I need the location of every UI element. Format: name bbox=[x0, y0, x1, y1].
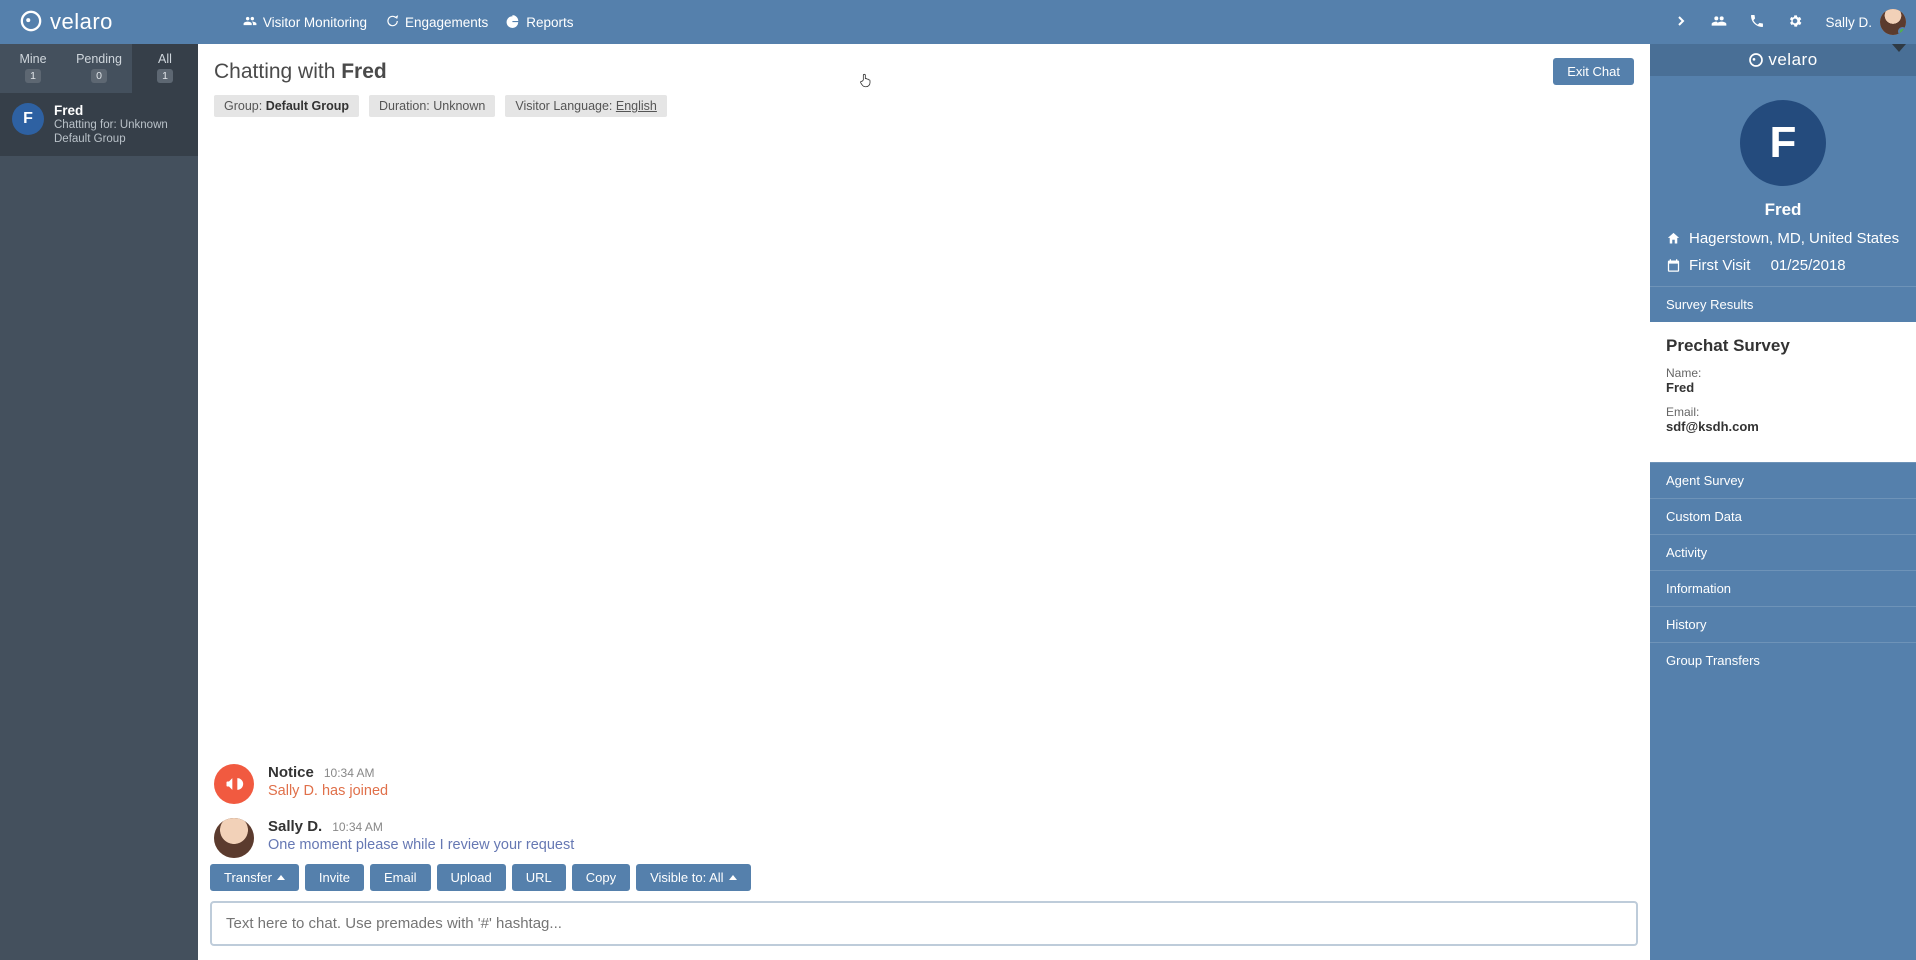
pie-icon bbox=[506, 14, 520, 31]
msg-author: Notice bbox=[268, 764, 314, 781]
calendar-icon bbox=[1666, 258, 1681, 273]
chat-sub2: Default Group bbox=[54, 132, 168, 146]
section-information[interactable]: Information bbox=[1650, 571, 1916, 606]
field-label: Name: bbox=[1666, 366, 1900, 380]
prechat-title: Prechat Survey bbox=[1666, 336, 1900, 356]
accordion-header[interactable]: Survey Results bbox=[1650, 287, 1916, 322]
exit-chat-button[interactable]: Exit Chat bbox=[1553, 58, 1634, 85]
msg-time: 10:34 AM bbox=[324, 766, 375, 780]
message-notice: Notice 10:34 AM Sally D. has joined bbox=[214, 764, 1634, 804]
nav-visitor-monitoring[interactable]: Visitor Monitoring bbox=[243, 14, 367, 31]
url-button[interactable]: URL bbox=[512, 864, 566, 891]
msg-text: One moment please while I review your re… bbox=[268, 837, 574, 853]
velaro-logo-icon bbox=[20, 10, 42, 35]
invite-button[interactable]: Invite bbox=[305, 864, 364, 891]
field-value: sdf@ksdh.com bbox=[1666, 419, 1900, 434]
caret-up-icon bbox=[729, 875, 737, 880]
tab-label: Mine bbox=[0, 52, 66, 66]
visible-to-button[interactable]: Visible to: All bbox=[636, 864, 750, 891]
caret-up-icon bbox=[277, 875, 285, 880]
sidebar-tab-pending[interactable]: Pending 0 bbox=[66, 44, 132, 93]
visitor-first-visit: First Visit 01/25/2018 bbox=[1662, 257, 1904, 274]
triangle-down-icon bbox=[1892, 44, 1906, 68]
msg-time: 10:34 AM bbox=[332, 820, 383, 834]
gear-icon[interactable] bbox=[1787, 13, 1803, 32]
nav-label: Visitor Monitoring bbox=[263, 15, 367, 30]
agent-avatar bbox=[214, 818, 254, 858]
section-activity[interactable]: Activity bbox=[1650, 535, 1916, 570]
tab-count: 1 bbox=[25, 69, 41, 83]
title-prefix: Chatting with bbox=[214, 60, 341, 83]
chat-title: Chatting with Fred bbox=[214, 60, 387, 84]
composer: Transfer Invite Email Upload URL Copy Vi… bbox=[198, 864, 1650, 960]
visitor-profile: F Fred Hagerstown, MD, United States Fir… bbox=[1650, 76, 1916, 286]
tab-count: 1 bbox=[157, 69, 173, 83]
user-name: Sally D. bbox=[1825, 15, 1872, 30]
chat-meta: Fred Chatting for: Unknown Default Group bbox=[54, 103, 168, 146]
section-group-transfers[interactable]: Group Transfers bbox=[1650, 643, 1916, 678]
visitor-location: Hagerstown, MD, United States bbox=[1662, 230, 1904, 247]
current-user[interactable]: Sally D. bbox=[1825, 9, 1906, 35]
chevron-right-icon[interactable] bbox=[1673, 13, 1689, 32]
info-panel-header: velaro bbox=[1650, 44, 1916, 76]
section-agent-survey[interactable]: Agent Survey bbox=[1650, 463, 1916, 498]
prechat-survey-body: Prechat Survey Name: Fred Email: sdf@ksd… bbox=[1650, 322, 1916, 462]
chat-sub1: Chatting for: Unknown bbox=[54, 118, 168, 132]
tab-count: 0 bbox=[91, 69, 107, 83]
visitor-avatar-large: F bbox=[1740, 100, 1826, 186]
brand-logo[interactable]: velaro bbox=[10, 9, 123, 35]
chip-language: Visitor Language: English bbox=[505, 95, 667, 117]
chat-panel: Chatting with Fred Exit Chat Group: Defa… bbox=[198, 44, 1650, 960]
section-survey-results: Survey Results Prechat Survey Name: Fred… bbox=[1650, 286, 1916, 462]
visitor-name: Fred bbox=[1662, 200, 1904, 220]
copy-button[interactable]: Copy bbox=[572, 864, 630, 891]
msg-text: Sally D. has joined bbox=[268, 783, 388, 799]
chat-name: Fred bbox=[54, 103, 168, 118]
chip-duration: Duration: Unknown bbox=[369, 95, 495, 117]
sidebar-tabs: Mine 1 Pending 0 All 1 bbox=[0, 44, 198, 93]
message-agent: Sally D. 10:34 AM One moment please while… bbox=[214, 818, 1634, 858]
mini-logo: velaro bbox=[1748, 50, 1817, 70]
title-name: Fred bbox=[341, 60, 387, 83]
section-history[interactable]: History bbox=[1650, 607, 1916, 642]
home-icon bbox=[1666, 231, 1681, 246]
transfer-button[interactable]: Transfer bbox=[210, 864, 299, 891]
users-icon bbox=[243, 14, 257, 31]
field-label: Email: bbox=[1666, 405, 1900, 419]
upload-button[interactable]: Upload bbox=[437, 864, 506, 891]
status-online-icon bbox=[1898, 27, 1906, 35]
nav-label: Reports bbox=[526, 15, 573, 30]
chat-input[interactable] bbox=[210, 901, 1638, 946]
nav-label: Engagements bbox=[405, 15, 488, 30]
nav-engagements[interactable]: Engagements bbox=[385, 14, 488, 31]
panel-collapse-toggle[interactable] bbox=[1892, 52, 1906, 68]
chat-list: F Fred Chatting for: Unknown Default Gro… bbox=[0, 93, 198, 156]
language-link[interactable]: English bbox=[616, 99, 657, 113]
phone-icon[interactable] bbox=[1749, 13, 1765, 32]
visitor-avatar-initial: F bbox=[12, 103, 44, 135]
section-custom-data[interactable]: Custom Data bbox=[1650, 499, 1916, 534]
chip-group: Group: Default Group bbox=[214, 95, 359, 117]
bullhorn-icon bbox=[214, 764, 254, 804]
message-list: Notice 10:34 AM Sally D. has joined Sally… bbox=[198, 117, 1650, 864]
top-bar: velaro Visitor Monitoring Engagements Re… bbox=[0, 0, 1916, 44]
info-panel: velaro F Fred Hagerstown, MD, United Sta… bbox=[1650, 44, 1916, 960]
top-nav: Visitor Monitoring Engagements Reports bbox=[243, 14, 574, 31]
email-button[interactable]: Email bbox=[370, 864, 431, 891]
top-right: Sally D. bbox=[1673, 9, 1906, 35]
chat-list-item[interactable]: F Fred Chatting for: Unknown Default Gro… bbox=[0, 93, 198, 156]
user-avatar bbox=[1880, 9, 1906, 35]
group-icon[interactable] bbox=[1711, 13, 1727, 32]
field-value: Fred bbox=[1666, 380, 1900, 395]
sidebar: Mine 1 Pending 0 All 1 F Fred Chatting f… bbox=[0, 44, 198, 960]
sidebar-tab-mine[interactable]: Mine 1 bbox=[0, 44, 66, 93]
chat-icon bbox=[385, 14, 399, 31]
msg-author: Sally D. bbox=[268, 818, 322, 835]
sidebar-tab-all[interactable]: All 1 bbox=[132, 44, 198, 93]
brand-text: velaro bbox=[50, 9, 113, 35]
tab-label: Pending bbox=[66, 52, 132, 66]
nav-reports[interactable]: Reports bbox=[506, 14, 573, 31]
tab-label: All bbox=[132, 52, 198, 66]
